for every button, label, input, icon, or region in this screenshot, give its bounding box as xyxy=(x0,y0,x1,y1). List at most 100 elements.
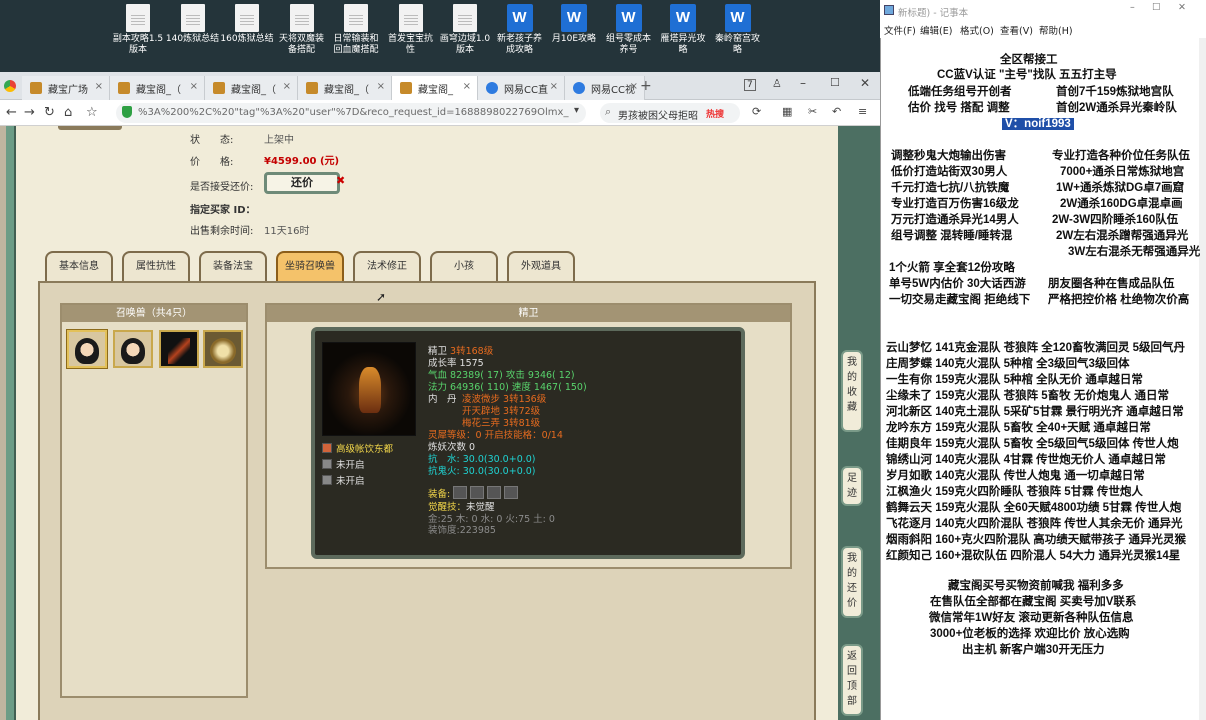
summon-portrait xyxy=(322,342,416,436)
tab-label: 藏宝阁_（ xyxy=(324,85,369,96)
desktop-icon-5[interactable]: 日常输装和 回血魔搭配 xyxy=(328,4,384,56)
summon-thumb-1[interactable] xyxy=(67,330,107,368)
my-favorites-button[interactable]: 我的收藏 xyxy=(841,350,863,432)
np-head-1: 全区帮接工 xyxy=(1000,54,1058,66)
np-service-left: 专业打造百万伤害16级龙 xyxy=(891,198,1019,210)
equip-slots: 装备: xyxy=(428,486,519,500)
menu-icon[interactable]: ≡ xyxy=(858,105,867,118)
desktop-icon-2[interactable]: 140炼狱总结 xyxy=(165,4,221,45)
skill-badge-3: 未开启 xyxy=(322,473,365,487)
browser-tab-6[interactable]: 网易CC直 × xyxy=(478,76,565,100)
tab-favicon-icon xyxy=(486,82,498,94)
desktop-icon-8[interactable]: W 新老孩子养 成攻略 xyxy=(492,4,548,56)
browser-logo-icon xyxy=(4,80,16,92)
desktop-icon-11[interactable]: W 雁塔异光攻 略 xyxy=(655,4,711,56)
desktop-icon-10[interactable]: W 组号零成本 养号 xyxy=(601,4,657,56)
tab-2[interactable]: 属性抗性 xyxy=(122,251,190,281)
new-tab-icon[interactable]: + xyxy=(640,78,652,94)
bookmark-star-icon[interactable]: ☆ xyxy=(86,105,98,120)
np-maximize-icon[interactable]: ☐ xyxy=(1152,2,1161,13)
np-footer-line: 藏宝阁买号买物资前喊我 福利多多 xyxy=(948,580,1124,592)
menu-format[interactable]: 格式(O) xyxy=(960,23,994,37)
desktop-icon-9[interactable]: W 月10E攻略 xyxy=(546,4,602,45)
summon-thumb-2[interactable] xyxy=(113,330,153,368)
shield-icon xyxy=(122,106,132,118)
tab-close-icon[interactable]: × xyxy=(95,81,103,92)
tab-4[interactable]: 坐骑召唤兽 xyxy=(276,251,344,281)
equip-slot-4 xyxy=(504,486,519,499)
shirt-icon[interactable]: ♙ xyxy=(772,77,782,90)
close-window-icon[interactable]: ✕ xyxy=(860,76,870,90)
np-head-5: 估价 找号 搭配 调整 xyxy=(908,102,1010,114)
tab-1[interactable]: 基本信息 xyxy=(45,251,113,281)
scissors-icon[interactable]: ✂ xyxy=(808,105,817,118)
locked-skill-icon xyxy=(322,459,332,469)
desktop-icon-label: 天将双魔装 备搭配 xyxy=(278,34,324,55)
extension-icon[interactable]: ⟳ xyxy=(752,105,761,118)
desktop-icon-label: 首发宝宝抗 性 xyxy=(387,34,433,55)
desktop-icon-label: 画穹边域1.0 版本 xyxy=(439,34,491,55)
skill-badge-1: 高级帐饮东都 xyxy=(322,441,393,455)
desktop-icon-12[interactable]: W 秦岭窑宫攻 略 xyxy=(710,4,766,56)
tab-close-icon[interactable]: × xyxy=(463,81,471,92)
tab-3[interactable]: 装备法宝 xyxy=(199,251,267,281)
back-to-top-button[interactable]: 返回顶部 xyxy=(841,644,863,716)
undo-icon[interactable]: ↶ xyxy=(832,105,841,118)
grid-icon[interactable]: ▦ xyxy=(782,105,792,118)
text-file-icon xyxy=(289,4,314,32)
browser-tab-4[interactable]: 藏宝阁_（ × xyxy=(298,76,392,100)
desktop-icon-label: 160炼狱总结 xyxy=(220,34,274,44)
tab-count-badge[interactable]: 7 xyxy=(744,79,756,91)
back-icon[interactable]: ← xyxy=(6,105,17,120)
np-service-left: 低价打造站街双30男人 xyxy=(891,166,1008,178)
menu-edit[interactable]: 编辑(E) xyxy=(920,23,952,37)
footprint-button[interactable]: 足迹 xyxy=(841,466,863,506)
menu-view[interactable]: 查看(V) xyxy=(1000,23,1033,37)
menu-file[interactable]: 文件(F) xyxy=(884,23,916,37)
tab-label: 网易CC视 xyxy=(591,85,635,96)
browser-tab-7[interactable]: 网易CC视 × xyxy=(565,76,645,100)
np-close-icon[interactable]: ✕ xyxy=(1178,2,1186,13)
desktop-icon-4[interactable]: 天将双魔装 备搭配 xyxy=(274,4,330,56)
browser-tab-1[interactable]: 藏宝广场 × xyxy=(22,76,110,100)
desktop-icon-1[interactable]: 副本攻略1.5 版本 xyxy=(110,4,166,56)
reload-icon[interactable]: ↻ xyxy=(44,105,55,120)
tab-close-icon[interactable]: × xyxy=(190,81,198,92)
home-icon[interactable]: ⌂ xyxy=(64,105,72,120)
maximize-icon[interactable]: ☐ xyxy=(830,76,840,89)
url-text: %3A%200%2C%20"tag"%3A%20"user"%7D&reco_r… xyxy=(138,107,569,118)
tab-favicon-icon xyxy=(30,82,42,94)
forward-icon[interactable]: → xyxy=(24,105,35,120)
tab-close-icon[interactable]: × xyxy=(550,81,558,92)
text-file-icon xyxy=(398,4,423,32)
tab-close-icon[interactable]: × xyxy=(630,81,638,92)
tab-6[interactable]: 小孩 xyxy=(430,251,498,281)
desktop-icon-3[interactable]: 160炼狱总结 xyxy=(219,4,275,45)
tab-close-icon[interactable]: × xyxy=(377,81,385,92)
tab-5[interactable]: 法术修正 xyxy=(353,251,421,281)
tab-close-icon[interactable]: × xyxy=(283,81,291,92)
np-promo-left: 一切交易走藏宝阁 拒绝线下 xyxy=(889,294,1031,306)
price-value: ¥4599.00 (元) xyxy=(264,156,340,167)
my-haggle-button[interactable]: 我的还价 xyxy=(841,546,863,618)
summon-thumb-3[interactable] xyxy=(159,330,199,368)
url-input[interactable]: %3A%200%2C%20"tag"%3A%20"user"%7D&reco_r… xyxy=(116,103,586,123)
browser-tab-3[interactable]: 藏宝阁_（ × xyxy=(205,76,298,100)
dropdown-icon[interactable]: ▾ xyxy=(574,105,579,116)
tab-7[interactable]: 外观道具 xyxy=(507,251,575,281)
haggle-button[interactable]: 还价 xyxy=(264,172,340,194)
np-footer-line: 微信常年1W好友 滚动更新各种队伍信息 xyxy=(929,612,1134,624)
np-service-right: 1W+通杀炼狱DG卓7画窟 xyxy=(1056,182,1185,194)
browser-tab-2[interactable]: 藏宝阁_（ × xyxy=(110,76,205,100)
hot-search-label[interactable]: 热搜 xyxy=(706,107,724,120)
menu-help[interactable]: 帮助(H) xyxy=(1039,23,1073,37)
summon-thumb-4[interactable] xyxy=(203,330,243,368)
notepad-scrollbar[interactable] xyxy=(1199,38,1206,720)
desktop-icon-6[interactable]: 首发宝宝抗 性 xyxy=(383,4,439,56)
browser-tab-5[interactable]: 藏宝阁_ × xyxy=(392,76,478,100)
minimize-icon[interactable]: – xyxy=(800,76,806,90)
np-service-left: 组号调整 混转睡/睡转混 xyxy=(891,230,1013,242)
np-minimize-icon[interactable]: – xyxy=(1130,2,1135,13)
desktop-icon-7[interactable]: 画穹边域1.0 版本 xyxy=(437,4,493,56)
np-service-left: 万元打造通杀异光14男人 xyxy=(891,214,1019,226)
